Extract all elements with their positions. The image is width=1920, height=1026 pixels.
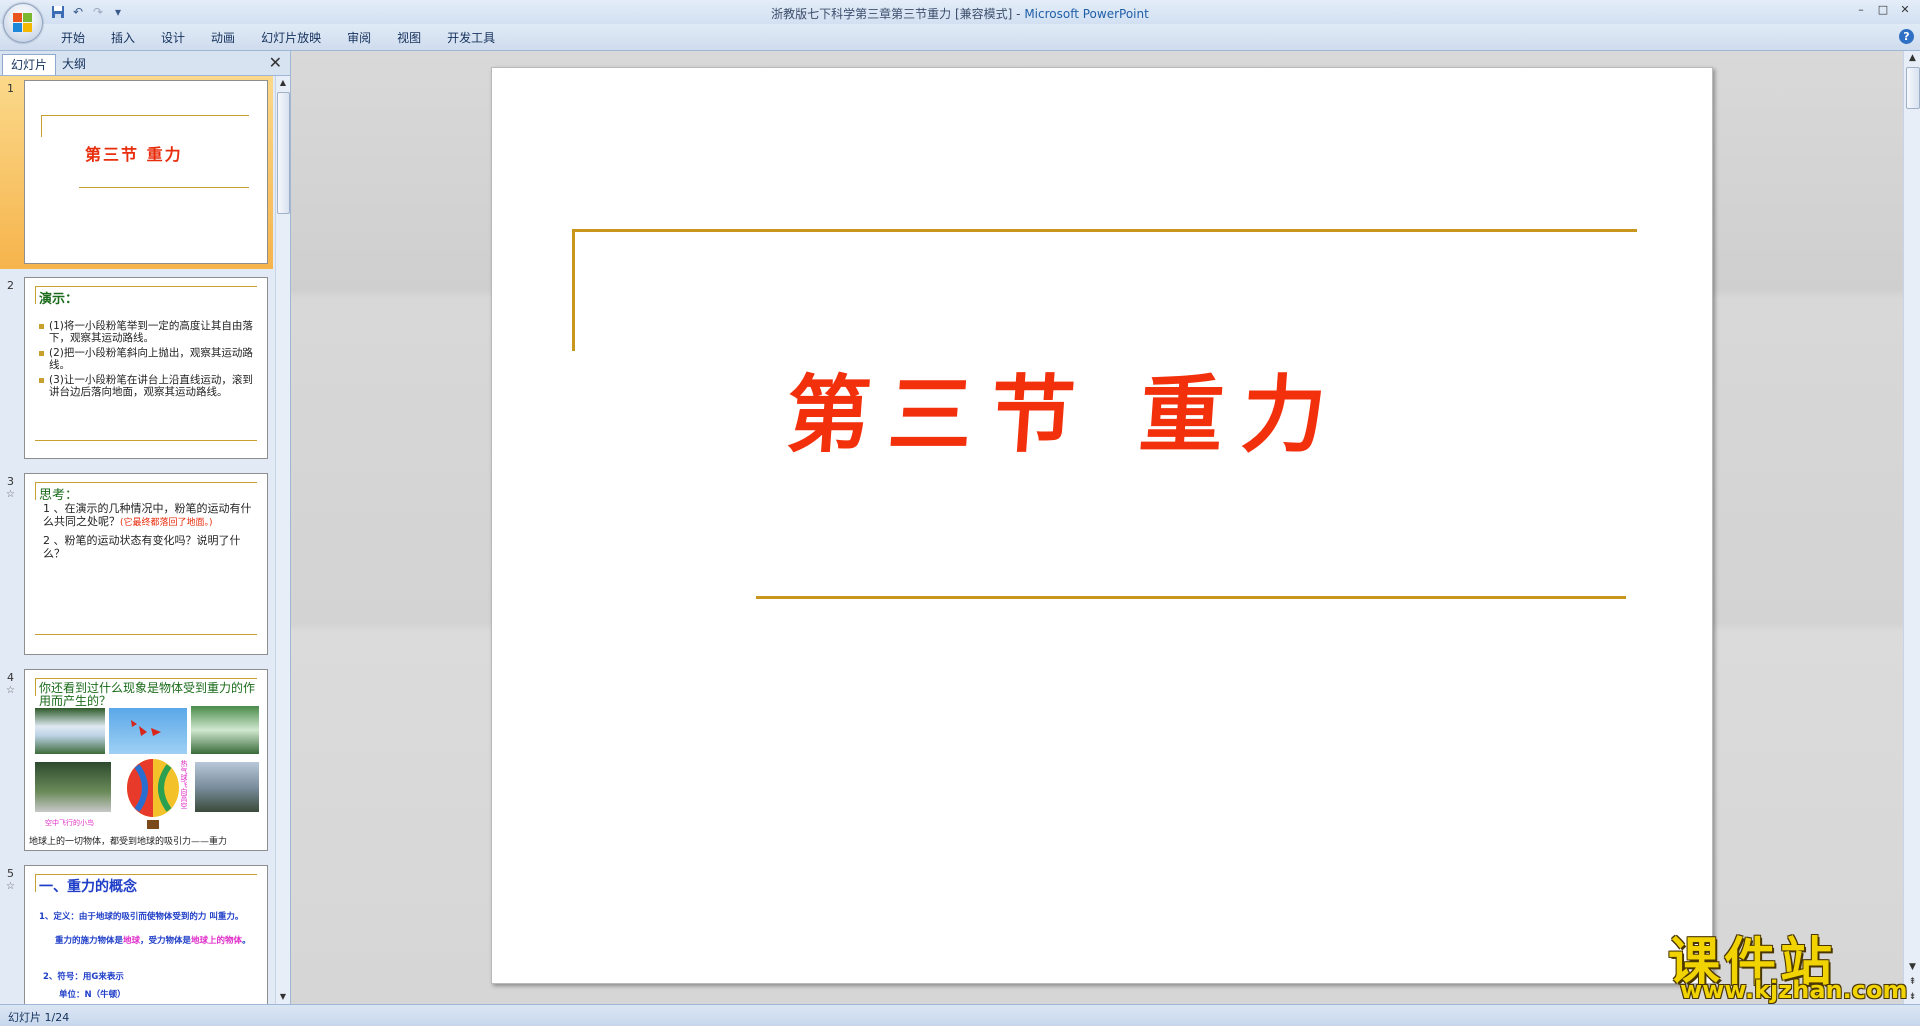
waterfall-image <box>35 708 105 754</box>
tab-insert[interactable]: 插入 <box>98 29 148 47</box>
minimize-icon[interactable]: – <box>1850 0 1872 18</box>
list-item: 单位：N（牛顿） <box>59 990 126 1000</box>
decorative-line <box>572 229 575 351</box>
slide-thumbnail-list: 1 第三节 重力 2 演示： (1)将一小段粉笔举到一定的高度让其自由落下，观察… <box>0 76 273 1004</box>
thumbnail-scrollbar[interactable]: ▲ ▼ <box>275 76 290 1004</box>
tab-view[interactable]: 视图 <box>384 29 434 47</box>
slide-thumbnail-4[interactable]: 4 ☆ 你还看到过什么现象是物体受到重力的作用而产生的？ 空中飞行的小鸟 热气球… <box>0 665 273 855</box>
slide-thumbnail-2[interactable]: 2 演示： (1)将一小段粉笔举到一定的高度让其自由落下，观察其运动路线。 (2… <box>0 273 273 463</box>
image-caption: 空中飞行的小鸟 <box>45 819 94 827</box>
tab-home[interactable]: 开始 <box>48 29 98 47</box>
window-title: 浙教版七下科学第三章第三节重力 [兼容模式] - Microsoft Power… <box>771 7 1149 21</box>
thumb-heading: 演示： <box>39 292 79 307</box>
tab-slideshow[interactable]: 幻灯片放映 <box>248 29 334 47</box>
list-item: (3)让一小段粉笔在讲台上沿直线运动，滚到讲台边后落向地面，观察其运动路线。 <box>39 374 257 398</box>
list-item: 1、定义：由于地球的吸引而使物体受到的力 叫重力。 <box>39 912 244 922</box>
tab-review[interactable]: 审阅 <box>334 29 384 47</box>
tab-design[interactable]: 设计 <box>148 29 198 47</box>
slide-number: 4 <box>7 671 14 684</box>
list-item: 2 、粉笔的运动状态有变化吗？说明了什么？ <box>43 534 241 560</box>
slide-scrollbar[interactable]: ▲ ▼ ⇞ ⇟ <box>1903 51 1920 1004</box>
list-item: (2)把一小段粉笔斜向上抛出，观察其运动路线。 <box>39 347 257 371</box>
scroll-up-icon[interactable]: ▲ <box>1904 51 1920 65</box>
animation-star-icon: ☆ <box>6 685 15 696</box>
slides-pane: 幻灯片 大纲 ✕ 1 第三节 重力 2 演示： (1)将一小段粉笔举到一定的高度… <box>0 51 291 1004</box>
slide-thumbnail-1[interactable]: 1 第三节 重力 <box>0 76 273 269</box>
thumb-heading: 思考： <box>39 488 79 503</box>
thumb-heading: 你还看到过什么现象是物体受到重力的作用而产生的？ <box>39 681 256 708</box>
watermark-url: www.kjzhan.com <box>1680 976 1908 1004</box>
thumb-heading: 一、重力的概念 <box>39 879 137 895</box>
decorative-line <box>572 229 1637 232</box>
close-pane-icon[interactable]: ✕ <box>269 53 282 72</box>
tab-slides[interactable]: 幻灯片 <box>2 54 57 75</box>
tab-animations[interactable]: 动画 <box>198 29 248 47</box>
list-item: (1)将一小段粉笔举到一定的高度让其自由落下，观察其运动路线。 <box>39 320 257 344</box>
thumb-footer: 地球上的一切物体，都受到地球的吸引力——重力 <box>29 837 228 847</box>
slide-thumbnail-5[interactable]: 5 ☆ 一、重力的概念 1、定义：由于地球的吸引而使物体受到的力 叫重力。 重力… <box>0 861 273 1004</box>
slide-counter: 幻灯片 1/24 <box>8 1011 70 1024</box>
tab-developer[interactable]: 开发工具 <box>434 29 508 47</box>
slide-number: 3 <box>7 475 14 488</box>
ribbon-tab-bar: 开始 插入 设计 动画 幻灯片放映 审阅 视图 开发工具 ? <box>0 24 1920 51</box>
office-logo-icon <box>13 13 33 33</box>
bird-image <box>35 762 111 812</box>
scroll-thumb[interactable] <box>277 92 290 214</box>
balloon-image <box>123 758 183 830</box>
scroll-down-icon[interactable]: ▼ <box>276 990 290 1004</box>
list-item: 重力的施力物体是地球，受力物体是地球上的物体。 <box>55 936 251 946</box>
thumb-title: 第三节 重力 <box>85 145 183 164</box>
slide-number: 1 <box>7 82 14 95</box>
slide-thumbnail-3[interactable]: 3 ☆ 思考： 1 、在演示的几种情况中，粉笔的运动有什么共同之处呢？(它最终都… <box>0 469 273 659</box>
slide-number: 5 <box>7 867 14 880</box>
list-item: 2、符号：用G来表示 <box>43 972 124 982</box>
office-button[interactable] <box>3 3 43 43</box>
parachute-image <box>109 708 187 754</box>
tab-outline[interactable]: 大纲 <box>54 54 94 74</box>
diver-image <box>195 762 259 812</box>
decorative-line <box>756 596 1626 599</box>
skier-image <box>191 706 259 754</box>
scroll-up-icon[interactable]: ▲ <box>276 76 290 90</box>
scroll-thumb[interactable] <box>1906 67 1920 109</box>
help-icon[interactable]: ? <box>1899 29 1914 44</box>
status-bar: 幻灯片 1/24 <box>0 1004 1920 1026</box>
close-icon[interactable]: ✕ <box>1894 0 1916 18</box>
animation-star-icon: ☆ <box>6 489 15 500</box>
watermark: 课件站 www.kjzhan.com <box>1668 920 1908 1004</box>
current-slide[interactable]: 第三节 重力 <box>491 67 1713 984</box>
maximize-icon[interactable]: □ <box>1872 0 1894 18</box>
list-item: 1 、在演示的几种情况中，粉笔的运动有什么共同之处呢？(它最终都落回了地面。) <box>43 502 252 528</box>
title-bar: ↶ ↷ ▾ 浙教版七下科学第三章第三节重力 [兼容模式] - Microsoft… <box>0 0 1920 24</box>
animation-star-icon: ☆ <box>6 881 15 892</box>
image-caption: 热气球飞向高空 <box>180 760 188 809</box>
slide-title[interactable]: 第三节 重力 <box>783 348 1349 469</box>
slide-number: 2 <box>7 279 14 292</box>
